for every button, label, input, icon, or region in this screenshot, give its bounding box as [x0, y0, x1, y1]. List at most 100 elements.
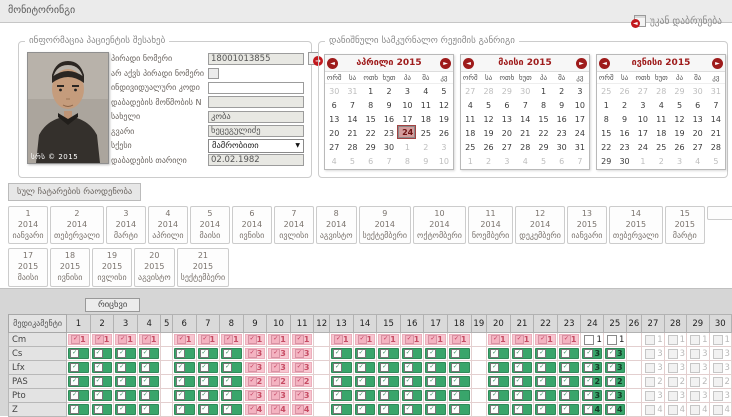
dose-cell[interactable]: 3	[687, 361, 709, 375]
dose-cell-taken[interactable]: ✓3	[582, 390, 602, 401]
dose-cell[interactable]: 1	[687, 333, 709, 347]
calendar-day[interactable]: 15	[361, 112, 379, 126]
dose-cell[interactable]: ✓4	[267, 403, 291, 417]
dose-cell-taken[interactable]: ✓	[488, 348, 509, 359]
dose-cell[interactable]: ✓	[400, 389, 424, 403]
dose-cell[interactable]: ✓	[67, 403, 91, 417]
dose-cell[interactable]: ✓4	[581, 403, 604, 417]
calendar-day[interactable]: 26	[435, 126, 453, 140]
dose-cell[interactable]: 1	[604, 333, 627, 347]
dose-cell[interactable]: 2	[642, 375, 664, 389]
month-tab-9[interactable]: 92014სექტემბერი	[359, 206, 412, 244]
calendar-day[interactable]: 2	[380, 84, 398, 99]
dose-cell-taken[interactable]: ✓	[68, 348, 89, 359]
calendar-day[interactable]: 4	[417, 84, 435, 99]
calendar-day[interactable]: 12	[479, 112, 497, 126]
dose-cell[interactable]: ✓1	[90, 333, 114, 347]
calendar-day[interactable]: 24	[398, 126, 415, 138]
month-tab-5[interactable]: 52014მაისი	[190, 206, 230, 244]
dose-cell-missed[interactable]: ✓1	[174, 334, 195, 345]
dose-cell-taken[interactable]: ✓	[355, 390, 376, 401]
dose-cell-taken[interactable]: ✓	[174, 404, 195, 415]
calendar-day[interactable]: 1	[398, 140, 417, 154]
dose-cell-taken[interactable]: ✓	[355, 376, 376, 387]
calendar-day[interactable]: 6	[361, 154, 379, 168]
dose-cell-taken[interactable]: ✓	[449, 390, 470, 401]
calendar-day[interactable]: 7	[380, 154, 398, 168]
dose-cell[interactable]: ✓1	[534, 333, 558, 347]
dose-cell-taken[interactable]: ✓	[115, 362, 136, 373]
dose-cell[interactable]: ✓	[330, 403, 354, 417]
dose-cell[interactable]: ✓	[114, 389, 138, 403]
dose-cell-missed[interactable]: ✓1	[92, 334, 113, 345]
checkbox-icon[interactable]	[584, 335, 594, 345]
month-tab-13[interactable]: 132015იანვარი	[567, 206, 607, 244]
dose-cell-taken[interactable]: ✓	[68, 362, 89, 373]
dose-cell-taken[interactable]: ✓	[68, 376, 89, 387]
calendar-day[interactable]: 10	[571, 98, 589, 112]
dose-cell[interactable]: ✓	[137, 389, 161, 403]
dose-cell[interactable]: ✓	[172, 361, 196, 375]
dose-cell[interactable]: ✓	[534, 375, 558, 389]
dose-cell[interactable]: ✓1	[243, 333, 267, 347]
calendar-day[interactable]: 5	[534, 154, 552, 168]
dose-cell-taken[interactable]: ✓	[425, 390, 446, 401]
calendar-day[interactable]: 22	[361, 126, 379, 140]
dose-cell-missed[interactable]: ✓1	[449, 334, 470, 345]
dose-cell-taken[interactable]: ✓	[92, 362, 113, 373]
dose-cell[interactable]: 4	[664, 403, 686, 417]
dose-cell[interactable]: ✓	[377, 375, 401, 389]
dose-cell-taken[interactable]: ✓	[535, 404, 556, 415]
dose-cell[interactable]: ✓	[510, 389, 534, 403]
dose-cell[interactable]: ✓	[114, 375, 138, 389]
dose-cell-taken[interactable]: ✓	[139, 348, 160, 359]
dose-cell-taken[interactable]: ✓	[488, 376, 509, 387]
dose-cell[interactable]: ✓	[220, 361, 244, 375]
dose-cell[interactable]: ✓	[557, 361, 581, 375]
dose-cell-missed[interactable]: ✓4	[268, 404, 289, 415]
dose-cell-pending[interactable]: 1	[605, 335, 625, 345]
dose-cell-taken[interactable]: ✓	[139, 404, 160, 415]
dose-cell-taken[interactable]: ✓	[68, 404, 89, 415]
dose-cell-missed[interactable]: ✓1	[268, 334, 289, 345]
dose-cell[interactable]: ✓3	[581, 347, 604, 361]
calendar-next-icon[interactable]: ►	[712, 58, 723, 69]
dose-cell-taken[interactable]: ✓	[402, 404, 423, 415]
dose-cell[interactable]: ✓	[114, 403, 138, 417]
dose-cell[interactable]: ✓	[510, 347, 534, 361]
dose-cell[interactable]: ✓	[353, 375, 377, 389]
dose-cell-taken[interactable]: ✓	[512, 404, 533, 415]
dose-cell[interactable]: ✓	[220, 375, 244, 389]
dose-cell[interactable]: 3	[664, 347, 686, 361]
dose-cell-taken[interactable]: ✓	[378, 376, 399, 387]
dose-cell-taken[interactable]: ✓	[559, 348, 580, 359]
month-tab-12[interactable]: 122014დეკემბერი	[515, 206, 565, 244]
dose-cell[interactable]: ✓2	[604, 375, 627, 389]
dose-cell[interactable]: ✓4	[290, 403, 314, 417]
calendar-day[interactable]: 27	[461, 84, 479, 99]
dose-cell[interactable]: ✓	[400, 347, 424, 361]
back-button[interactable]: ◄ უკან დაბრუნება	[631, 15, 722, 28]
dose-cell-taken[interactable]: ✓	[331, 362, 352, 373]
dose-cell[interactable]: ✓	[534, 347, 558, 361]
dose-cell-taken[interactable]: ✓	[512, 376, 533, 387]
dose-cell-missed[interactable]: ✓3	[245, 390, 266, 401]
dose-cell[interactable]: ✓	[90, 375, 114, 389]
dose-cell-missed[interactable]: ✓3	[292, 362, 313, 373]
dose-cell-taken[interactable]: ✓4	[582, 404, 602, 415]
calendar-day[interactable]: 29	[498, 84, 516, 99]
calendar-day[interactable]: 13	[689, 112, 707, 126]
calendar-day[interactable]: 16	[615, 126, 633, 140]
dose-cell[interactable]: ✓	[377, 361, 401, 375]
dose-cell-missed[interactable]: ✓1	[139, 334, 160, 345]
month-tab-15[interactable]: 152015მარტი	[665, 206, 705, 244]
dose-cell[interactable]: ✓1	[353, 333, 377, 347]
dose-cell-taken[interactable]: ✓	[355, 348, 376, 359]
dose-cell-taken[interactable]: ✓	[198, 390, 219, 401]
calendar-day[interactable]: 30	[689, 84, 707, 99]
dose-cell-taken[interactable]: ✓	[139, 362, 160, 373]
dose-cell[interactable]: ✓1	[377, 333, 401, 347]
dose-cell[interactable]: ✓1	[137, 333, 161, 347]
dose-cell-missed[interactable]: ✓1	[402, 334, 423, 345]
dose-cell-taken[interactable]: ✓	[449, 348, 470, 359]
